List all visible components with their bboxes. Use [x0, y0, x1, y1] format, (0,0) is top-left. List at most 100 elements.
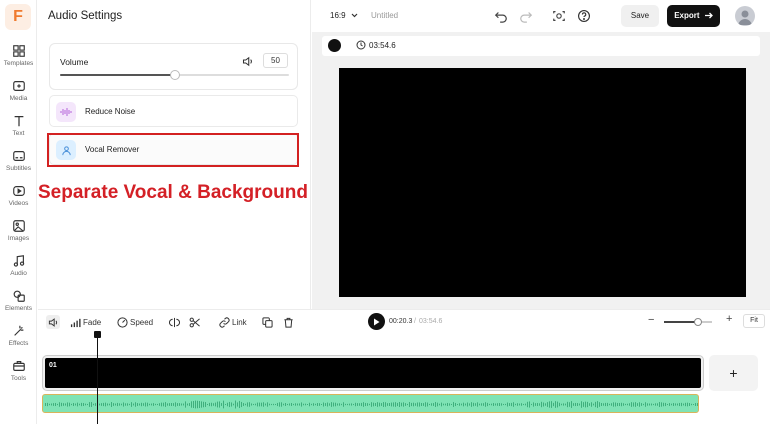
sidebar-item-label: Subtitles: [6, 165, 31, 172]
scissors-icon: [189, 317, 200, 327]
speaker-icon[interactable]: [242, 56, 254, 67]
add-clip-button[interactable]: +: [709, 355, 758, 391]
duplicate-button[interactable]: [262, 315, 275, 329]
fade-button[interactable]: Fade: [70, 315, 101, 329]
preview-area: 03:54.6: [312, 32, 770, 309]
sidebar-item-label: Images: [7, 235, 30, 242]
delete-button[interactable]: [283, 315, 296, 329]
vocal-remover-highlight: [47, 133, 299, 167]
chevron-down-icon: [351, 13, 358, 18]
timeline: 01 +: [38, 331, 770, 424]
split-button[interactable]: [169, 315, 182, 329]
speaker-icon: [48, 317, 57, 327]
zoom-slider-thumb[interactable]: [693, 318, 702, 326]
left-sidebar: F Templates Media Text Subtitles Videos …: [0, 0, 37, 424]
fade-label: Fade: [83, 317, 102, 327]
sidebar-item-elements[interactable]: Elements: [0, 287, 37, 321]
sidebar-item-label: Elements: [4, 305, 33, 312]
trash-icon: [284, 317, 293, 328]
video-canvas[interactable]: [339, 68, 746, 297]
screenshot-icon[interactable]: [552, 9, 566, 23]
sidebar-item-label: Audio: [10, 270, 27, 277]
current-time: 00:20.3: [389, 318, 413, 325]
sidebar-item-label: Videos: [8, 200, 29, 207]
split-icon: [169, 317, 180, 327]
copy-icon: [262, 316, 273, 328]
app-window: F Templates Media Text Subtitles Videos …: [0, 0, 770, 424]
clip-number: 01: [49, 362, 57, 369]
waveform-icon: [60, 108, 72, 116]
fit-button[interactable]: Fit: [743, 314, 765, 328]
play-icon: [374, 318, 380, 325]
background-color-picker[interactable]: [328, 39, 341, 52]
cut-button[interactable]: [189, 315, 202, 329]
templates-icon: [12, 45, 25, 57]
zoom-slider-fill: [664, 321, 698, 323]
total-time: 03:54.6: [419, 318, 443, 325]
preview-toolbar: 03:54.6: [322, 36, 760, 56]
tools-icon: [12, 361, 25, 371]
aspect-ratio-select[interactable]: 16:9: [330, 11, 358, 20]
sidebar-item-subtitles[interactable]: Subtitles: [0, 147, 37, 181]
panel-title: Audio Settings: [48, 10, 123, 22]
export-button[interactable]: Export: [667, 5, 720, 27]
sidebar-item-tools[interactable]: Tools: [0, 357, 37, 391]
playhead[interactable]: [97, 333, 98, 424]
volume-label: Volume: [60, 57, 89, 67]
video-clip-track[interactable]: 01: [43, 356, 703, 390]
audio-waveform: [45, 400, 698, 409]
reduce-noise-label: Reduce Noise: [85, 107, 136, 116]
sidebar-item-images[interactable]: Images: [0, 217, 37, 251]
elements-icon: [13, 290, 25, 302]
sidebar-item-effects[interactable]: Effects: [0, 322, 37, 356]
project-duration[interactable]: 03:54.6: [369, 41, 396, 50]
images-icon: [12, 220, 25, 232]
audio-icon: [13, 255, 24, 267]
volume-slider[interactable]: [60, 70, 289, 80]
brand-logo[interactable]: F: [5, 4, 31, 30]
sidebar-item-audio[interactable]: Audio: [0, 252, 37, 286]
time-separator: /: [414, 318, 416, 325]
sidebar-item-label: Media: [9, 95, 28, 102]
play-button[interactable]: [368, 313, 385, 330]
link-icon: [219, 316, 230, 328]
clock-icon: [356, 40, 366, 50]
subtitles-icon: [12, 151, 25, 161]
link-button[interactable]: Link: [219, 315, 247, 329]
logo-letter: F: [13, 8, 23, 25]
top-bar: 16:9 Untitled Save Export: [312, 0, 770, 32]
undo-icon[interactable]: [494, 9, 508, 23]
zoom-out-button[interactable]: −: [648, 314, 654, 326]
avatar[interactable]: [735, 6, 755, 26]
sidebar-item-templates[interactable]: Templates: [0, 42, 37, 76]
audio-clip-track[interactable]: [42, 394, 699, 413]
zoom-in-button[interactable]: +: [726, 313, 732, 325]
speedometer-icon: [117, 316, 128, 328]
volume-value-input[interactable]: 50: [263, 53, 288, 68]
link-label: Link: [232, 317, 247, 327]
audio-settings-button[interactable]: [46, 315, 60, 329]
volume-card: Volume 50: [49, 43, 298, 90]
sidebar-item-text[interactable]: Text: [0, 112, 37, 146]
reduce-noise-icon-box: [56, 102, 76, 122]
zoom-slider[interactable]: [664, 318, 712, 326]
sidebar-item-media[interactable]: Media: [0, 77, 37, 111]
redo-icon[interactable]: [519, 9, 533, 23]
project-title[interactable]: Untitled: [371, 11, 398, 20]
arrow-right-icon: [704, 12, 713, 19]
media-icon: [12, 81, 25, 91]
aspect-ratio-value: 16:9: [330, 11, 346, 20]
reduce-noise-option[interactable]: Reduce Noise: [49, 95, 298, 127]
save-button[interactable]: Save: [621, 5, 659, 27]
sidebar-item-label: Text: [12, 130, 25, 137]
sidebar-item-label: Effects: [8, 340, 29, 347]
fade-bars-icon: [70, 318, 81, 327]
speed-button[interactable]: Speed: [117, 315, 153, 329]
export-label: Export: [674, 11, 700, 20]
sidebar-item-videos[interactable]: Videos: [0, 182, 37, 216]
playhead-handle[interactable]: [94, 331, 101, 338]
speed-label: Speed: [130, 317, 154, 327]
volume-slider-thumb[interactable]: [169, 70, 180, 80]
videos-icon: [12, 186, 25, 196]
help-icon[interactable]: [577, 9, 591, 23]
